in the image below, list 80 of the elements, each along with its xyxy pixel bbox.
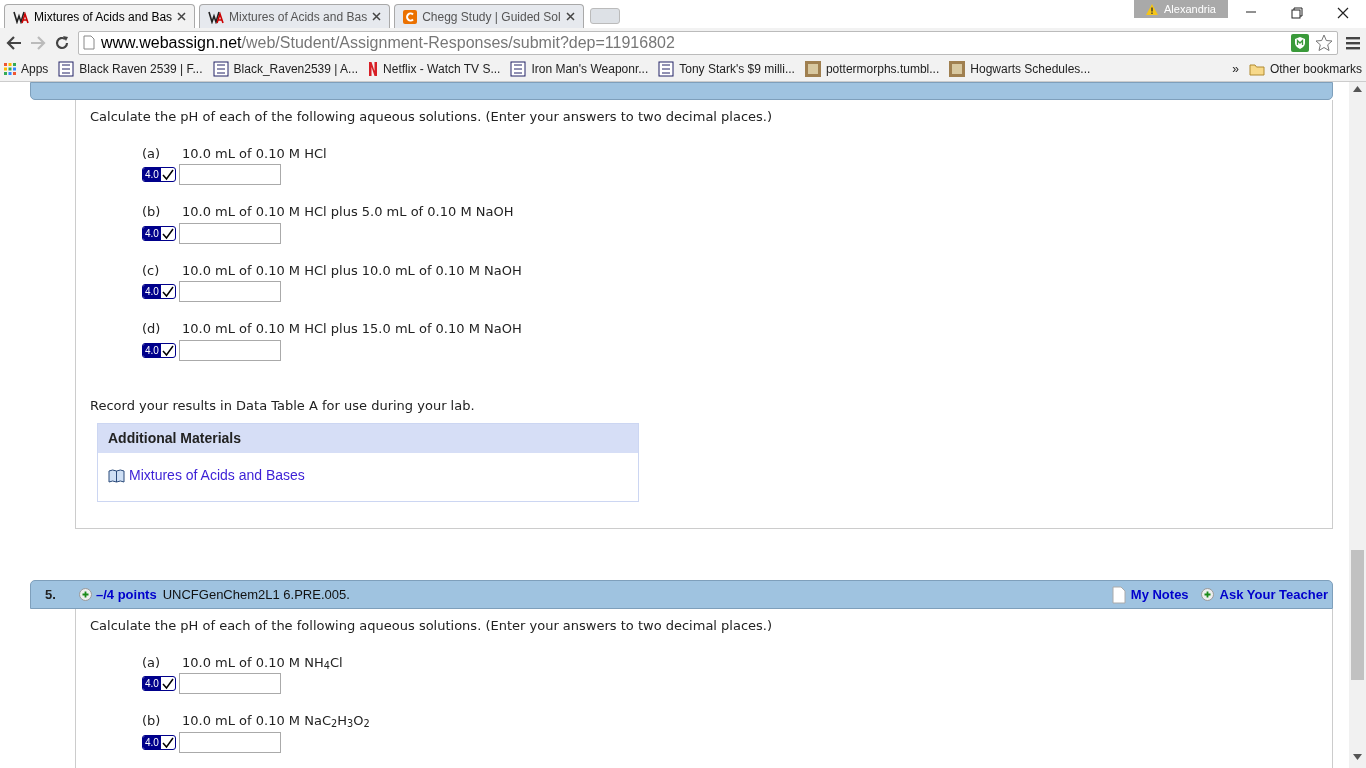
question-part-text: (b) 10.0 mL of 0.10 M HCl plus 5.0 mL of 0.10 M NaOH: [142, 203, 514, 221]
answer-field[interactable]: [178, 281, 281, 302]
question-part-text: (b) 10.0 mL of 0.10 M NaC$_{2}$H$_{3}$O$_{2}$: [142, 712, 370, 731]
answer-field[interactable]: [178, 222, 281, 244]
folder-icon: [1248, 62, 1265, 76]
browser-tab[interactable]: Mixtures of Acids and Bas: [199, 4, 391, 28]
question-note: Record your results in Data Table A for use during your lab.: [90, 396, 476, 415]
site-favicon-icon: [510, 61, 527, 77]
close-icon[interactable]: [1336, 6, 1350, 20]
question-part-text: (a) 10.0 mL of 0.10 M HCl: [142, 144, 327, 163]
bookmark-item[interactable]: pottermorphs.tumbl...: [804, 60, 940, 78]
ask-teacher-link[interactable]: Ask Your Teacher: [1219, 584, 1328, 605]
tab-title: Mixtures of Acids and Bas: [229, 8, 368, 26]
plus-circle-icon[interactable]: [79, 588, 92, 601]
my-notes-link[interactable]: My Notes: [1130, 584, 1189, 605]
apps-grid-icon: [4, 63, 16, 75]
star-icon[interactable]: [1315, 33, 1333, 52]
netflix-logo-icon: [368, 62, 379, 76]
question-instructions: Calculate the pH of each of the following aqueous solutions. (Enter your answers to two decimal places.): [90, 617, 774, 635]
chegg-logo-icon: [403, 9, 418, 24]
close-icon[interactable]: [372, 12, 382, 21]
plus-circle-icon[interactable]: [1200, 588, 1214, 601]
tab-title: Chegg Study | Guided Sol: [422, 8, 561, 26]
restore-icon[interactable]: [1290, 6, 1304, 20]
site-favicon-icon: [658, 61, 675, 77]
site-favicon-icon: [58, 61, 75, 77]
scroll-down-icon[interactable]: [1353, 754, 1362, 760]
wa-logo-icon: [13, 9, 29, 24]
materials-link[interactable]: Mixtures of Acids and Bases: [129, 465, 305, 486]
browser-tab[interactable]: Mixtures of Acids and Bas: [4, 4, 196, 28]
close-icon[interactable]: [565, 12, 575, 21]
address-bar[interactable]: www.webassign.net/web/Student/Assignment-Responses/submit?dep=11916802: [78, 30, 1338, 55]
bookmark-item[interactable]: Apps: [4, 60, 49, 78]
question-part-text: (d) 10.0 mL of 0.10 M HCl plus 15.0 mL of 0.10 M NaOH: [142, 320, 522, 338]
page-icon: [83, 35, 95, 50]
answer-field[interactable]: [178, 164, 281, 185]
question-code: UNCFGenChem2L1 6.PRE.005.: [162, 585, 350, 604]
scrollbar[interactable]: [1349, 82, 1366, 768]
back-arrow-icon[interactable]: [6, 35, 22, 50]
answer-field[interactable]: [178, 339, 281, 361]
score-badge: 4.0: [142, 734, 176, 750]
more-bookmarks-button[interactable]: »: [1232, 60, 1239, 78]
close-icon[interactable]: [177, 12, 187, 21]
reload-icon[interactable]: [54, 34, 70, 51]
thumbnail-icon: [949, 61, 966, 77]
scroll-up-icon[interactable]: [1353, 86, 1362, 92]
new-tab-button[interactable]: [589, 8, 620, 24]
question-part-text: (a) 10.0 mL of 0.10 M NH$_{4}$Cl: [142, 653, 343, 672]
warning-icon: [1146, 3, 1158, 15]
question-number: 5.: [45, 585, 57, 604]
answer-field[interactable]: [178, 673, 281, 694]
score-badge: 4.0: [142, 342, 176, 358]
bookmark-item[interactable]: Netflix - Watch TV S...: [368, 60, 501, 78]
open-book-icon: [108, 468, 125, 483]
other-bookmarks-folder[interactable]: Other bookmarks: [1248, 60, 1362, 78]
question-part-text: (c) 10.0 mL of 0.10 M HCl plus 10.0 mL of 0.10 M NaOH: [142, 261, 522, 280]
url-text: www.webassign.net/web/Student/Assignment-Responses/submit?dep=11916802: [101, 32, 675, 53]
tab-title: Mixtures of Acids and Bas: [34, 8, 173, 26]
profile-name: Alexandria: [1164, 1, 1216, 17]
answer-field[interactable]: [178, 731, 281, 753]
bookmark-item[interactable]: Hogwarts Schedules...: [949, 60, 1091, 78]
site-favicon-icon: [212, 61, 229, 77]
wa-logo-icon: [208, 9, 225, 24]
score-badge: 4.0: [142, 676, 176, 691]
shield-extension-icon[interactable]: [1291, 33, 1309, 52]
score-badge: 4.0: [142, 167, 176, 182]
bookmark-item[interactable]: Black Raven 2539 | F...: [58, 60, 203, 78]
menu-icon[interactable]: [1346, 35, 1360, 50]
note-page-icon: [1111, 585, 1126, 604]
bookmark-item[interactable]: Tony Stark's $9 milli...: [658, 60, 795, 78]
bookmark-item[interactable]: Black_Raven2539 | A...: [212, 60, 359, 78]
question-instructions: Calculate the pH of each of the following aqueous solutions. (Enter your answers to two decimal places.): [90, 108, 774, 126]
scrollbar-thumb[interactable]: [1351, 550, 1364, 680]
points-label: –/4 points: [96, 585, 157, 604]
panel-header: Additional Materials: [98, 424, 638, 453]
bookmark-item[interactable]: Iron Man's Weaponr...: [510, 60, 649, 78]
thumbnail-icon: [804, 61, 821, 77]
browser-tab[interactable]: Chegg Study | Guided Sol: [394, 4, 584, 28]
score-badge: 4.0: [142, 284, 176, 299]
score-badge: 4.0: [142, 225, 176, 241]
